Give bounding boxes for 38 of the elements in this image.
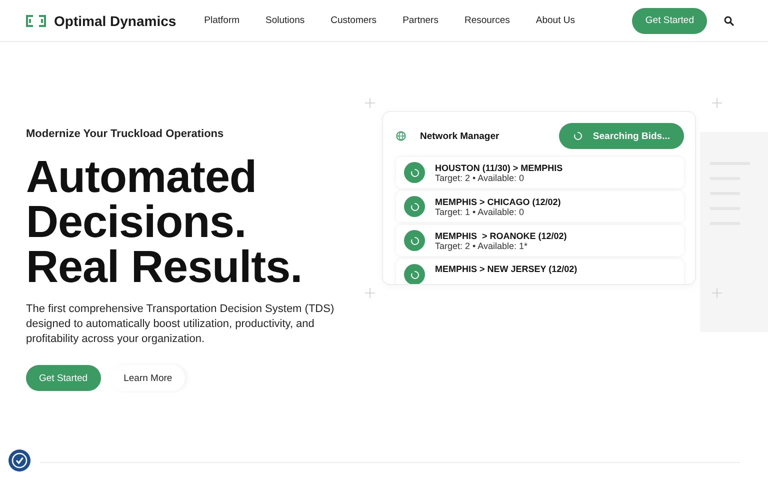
learn-more-button[interactable]: Learn More [110, 365, 186, 391]
headline: Automated [26, 154, 258, 199]
globe-icon [396, 131, 406, 141]
spinner-icon [410, 236, 420, 246]
route-title: MEMPHIS > ROANOKE (12/02) [435, 230, 567, 240]
spinner-icon [410, 270, 420, 280]
route-row[interactable]: HOUSTON (11/30) > MEMPHIS Target: 2 • Available: 0 [396, 157, 684, 188]
route-title: MEMPHIS > CHICAGO (12/02) [435, 196, 561, 206]
logo-text[interactable]: Optimal Dynamics [54, 12, 176, 28]
spinner-icon [572, 131, 583, 141]
card-title: Network Manager [420, 130, 500, 142]
route-detail: Target: 2 • Available: 0 [435, 172, 526, 182]
nav-link[interactable]: Platform [204, 15, 240, 26]
route-row[interactable]: MEMPHIS > ROANOKE (12/02) Target: 2 • Available: 1* [396, 225, 684, 256]
route-row[interactable]: MEMPHIS > NEW JERSEY (12/02) [396, 259, 684, 284]
spinner-icon [410, 202, 420, 212]
spinner-icon [410, 168, 420, 178]
route-title: HOUSTON (11/30) > MEMPHIS [435, 162, 563, 172]
description-text: The first comprehensive Transportation Decision System (TDS) designed to automatically boost utilization, productivity, and profitability across your organization. [26, 302, 336, 347]
nav-link[interactable]: Solutions [266, 15, 305, 26]
headline: Decisions. [26, 199, 248, 244]
route-detail: Target: 2 • Available: 1* [435, 240, 529, 250]
headline: Real Results. [26, 244, 304, 289]
nav-link[interactable]: Customers [330, 15, 377, 26]
crosshair-icon [365, 98, 375, 108]
eyebrow-text: Modernize Your Truckload Operations [26, 128, 225, 140]
crosshair-icon [365, 288, 375, 298]
search-icon[interactable] [724, 16, 734, 26]
crosshair-icon [712, 98, 722, 108]
route-title: MEMPHIS > NEW JERSEY (12/02) [435, 264, 578, 274]
accessibility-icon[interactable] [8, 449, 31, 472]
nav-link[interactable]: Partners [402, 15, 438, 26]
logo-icon[interactable] [26, 14, 46, 26]
nav-link[interactable]: Resources [464, 15, 510, 26]
route-detail: Target: 1 • Available: 0 [435, 206, 526, 216]
crosshair-icon [712, 288, 722, 298]
nav-link[interactable]: About Us [536, 15, 575, 26]
route-row[interactable]: MEMPHIS > CHICAGO (12/02) Target: 1 • Available: 0 [396, 191, 684, 222]
